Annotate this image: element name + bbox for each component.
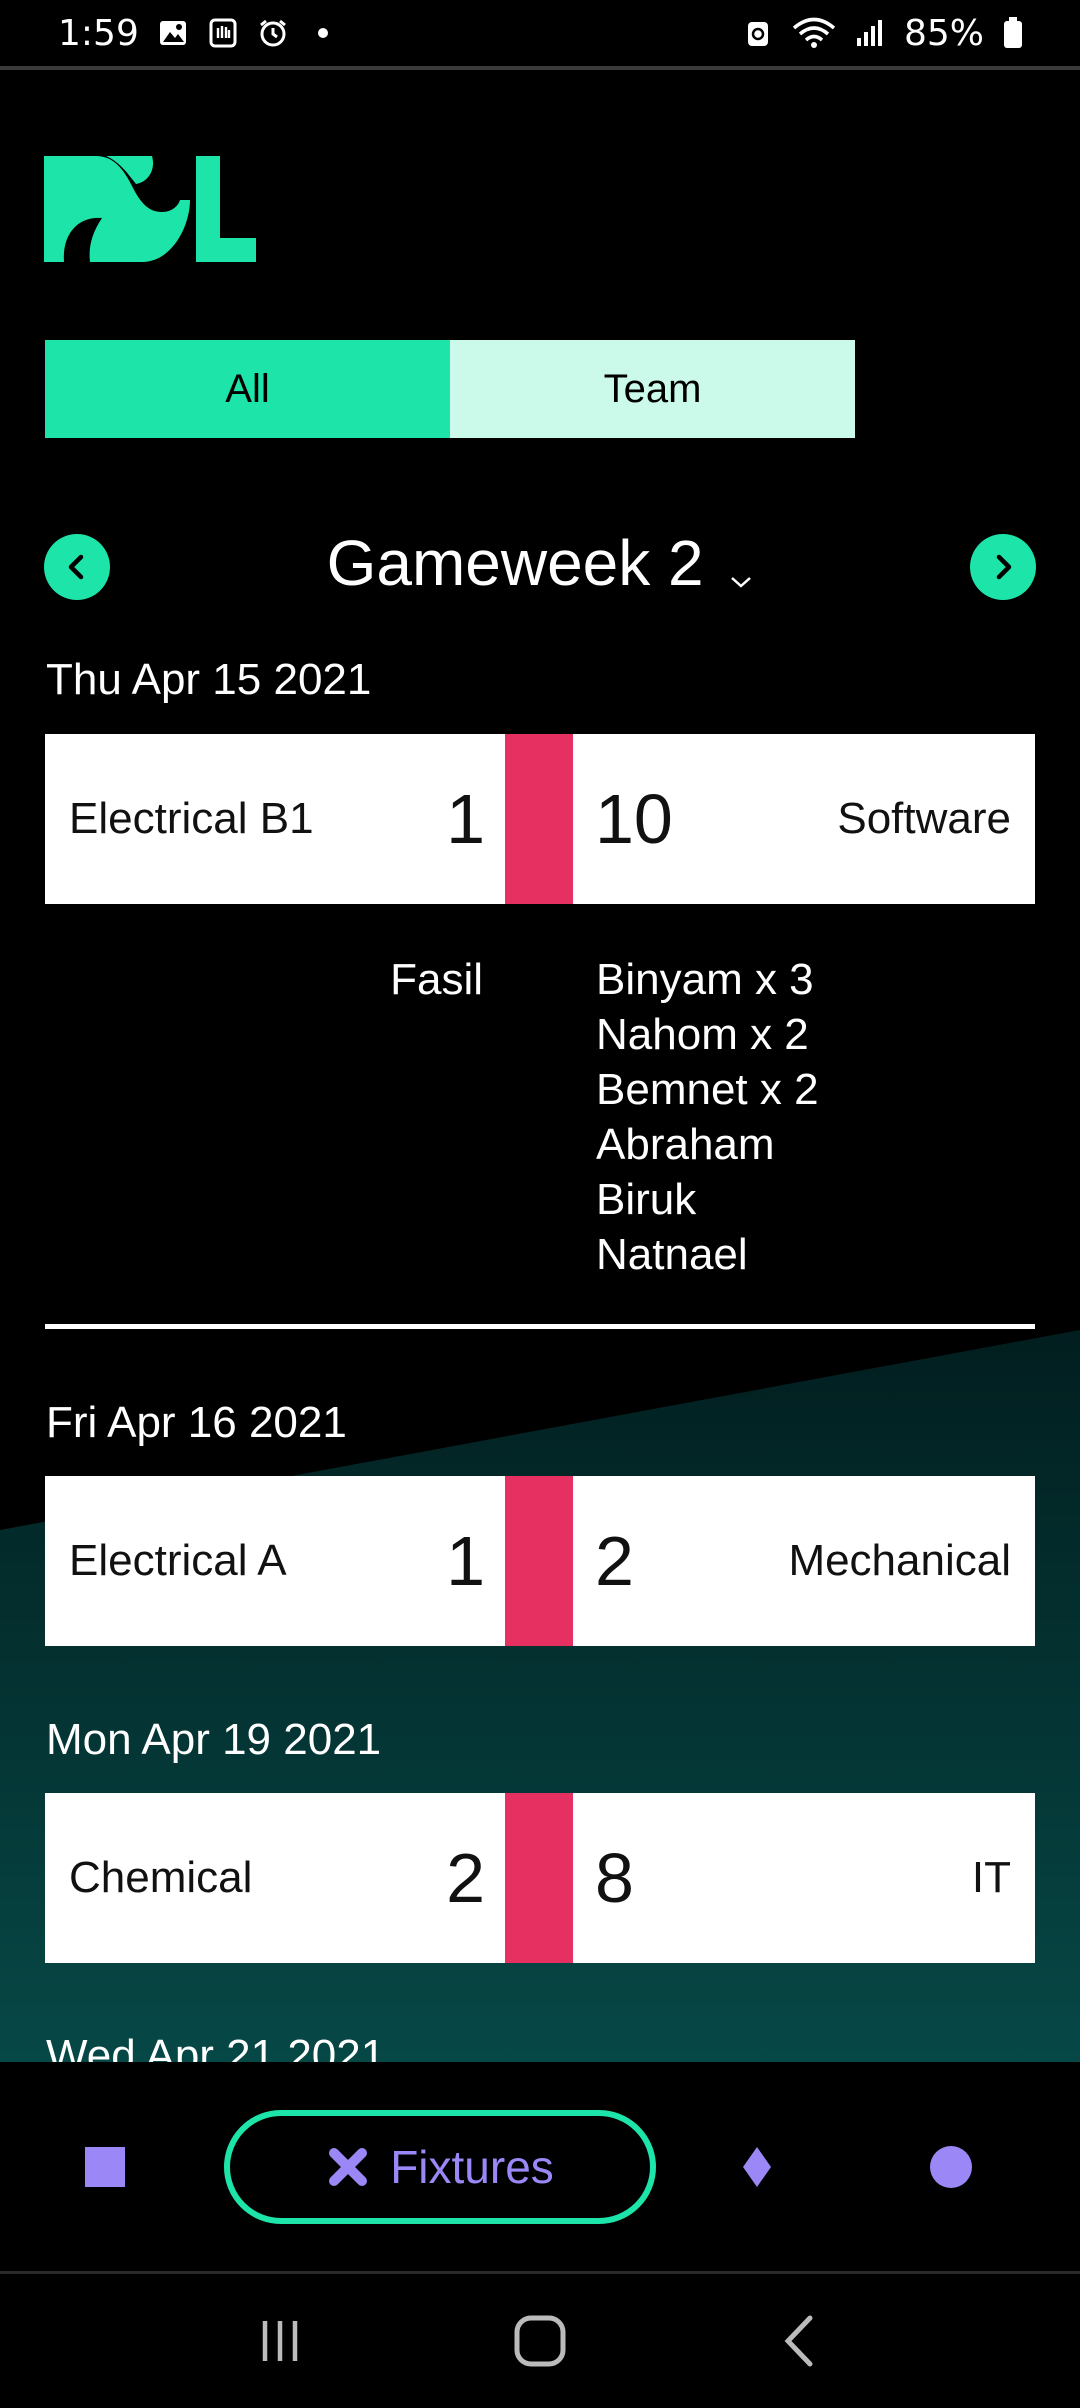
home-scorers: Fasil [45, 952, 483, 1007]
fixture-date: Wed Apr 21 2021 [46, 2031, 386, 2062]
battery-percent: 85% [903, 12, 984, 54]
shield-icon [207, 17, 239, 49]
fixture-date: Fri Apr 16 2021 [46, 1398, 347, 1447]
signal-icon [854, 17, 886, 49]
away-team: Mechanical [788, 1536, 1011, 1585]
back-icon [784, 2315, 813, 2367]
home-score: 1 [446, 780, 485, 858]
status-right: 85% [742, 13, 1024, 54]
home-icon [514, 2315, 566, 2367]
toggle-team[interactable]: Team [450, 340, 855, 438]
scorer: Fasil [390, 955, 483, 1004]
away-team: Software [837, 794, 1011, 843]
away-team: IT [971, 1853, 1011, 1902]
score-separator [505, 1476, 573, 1646]
nav-fixtures-label: Fixtures [390, 2141, 554, 2193]
system-navigation [0, 2274, 1080, 2408]
gameweek-dropdown[interactable]: Gameweek 2 [44, 526, 1036, 605]
gameweek-selector: Gameweek 2 [44, 510, 1036, 622]
home-score: 1 [446, 1522, 485, 1600]
gameweek-title: Gameweek 2 [326, 527, 704, 599]
battery-icon [1002, 17, 1024, 49]
back-button[interactable] [760, 2301, 840, 2381]
scorer: Natnael [596, 1230, 748, 1279]
alarm-icon [257, 17, 289, 49]
app-logo [44, 156, 256, 262]
chevron-down-icon [729, 531, 753, 605]
recent-apps-icon [262, 2321, 298, 2361]
recycle-icon [742, 17, 774, 49]
home-score: 2 [446, 1839, 485, 1917]
status-time: 1:59 [58, 12, 139, 54]
nav-home-button[interactable] [62, 2124, 148, 2210]
filter-toggle: All Team [45, 340, 855, 438]
nav-fixtures-button[interactable]: Fixtures [224, 2110, 656, 2224]
scorer: Biruk [596, 1175, 697, 1224]
score-separator [505, 1793, 573, 1963]
away-scorers: Binyam x 3 Nahom x 2 Bemnet x 2 Abraham … [596, 952, 819, 1282]
recent-apps-button[interactable] [240, 2301, 320, 2381]
scorer: Binyam x 3 [596, 955, 814, 1004]
status-left: 1:59 [58, 13, 339, 54]
fixture-date: Thu Apr 15 2021 [46, 655, 372, 704]
fixtures-screen: All Team Gameweek 2 Thu Apr 15 2021 Elec… [0, 70, 1080, 2062]
fixture-divider [45, 1324, 1035, 1329]
away-score: 8 [595, 1839, 634, 1917]
diamond-icon [743, 2147, 771, 2187]
circle-icon [930, 2146, 972, 2188]
score-separator [505, 734, 573, 904]
scorer: Bemnet x 2 [596, 1065, 819, 1114]
away-score: 2 [595, 1522, 634, 1600]
fixture-date: Mon Apr 19 2021 [46, 1715, 382, 1764]
dot-icon [307, 17, 339, 49]
toggle-all[interactable]: All [45, 340, 450, 438]
match-card[interactable]: Electrical A 1 2 Mechanical [45, 1476, 1035, 1646]
gallery-icon [157, 17, 189, 49]
scorer: Abraham [596, 1120, 775, 1169]
wifi-icon [792, 17, 836, 49]
nav-profile-button[interactable] [908, 2124, 994, 2210]
cross-icon [329, 2148, 368, 2186]
match-card[interactable]: Electrical B1 1 10 Software [45, 734, 1035, 904]
bottom-navigation: Fixtures [0, 2062, 1080, 2274]
chevron-right-icon [996, 554, 1012, 580]
next-gameweek-button[interactable] [970, 534, 1036, 600]
home-button[interactable] [500, 2301, 580, 2381]
match-card[interactable]: Chemical 2 8 IT [45, 1793, 1035, 1963]
status-bar: 1:59 85% [0, 0, 1080, 66]
scorer: Nahom x 2 [596, 1010, 809, 1059]
nav-stats-button[interactable] [714, 2124, 800, 2210]
square-icon [85, 2147, 125, 2187]
away-score: 10 [595, 780, 673, 858]
